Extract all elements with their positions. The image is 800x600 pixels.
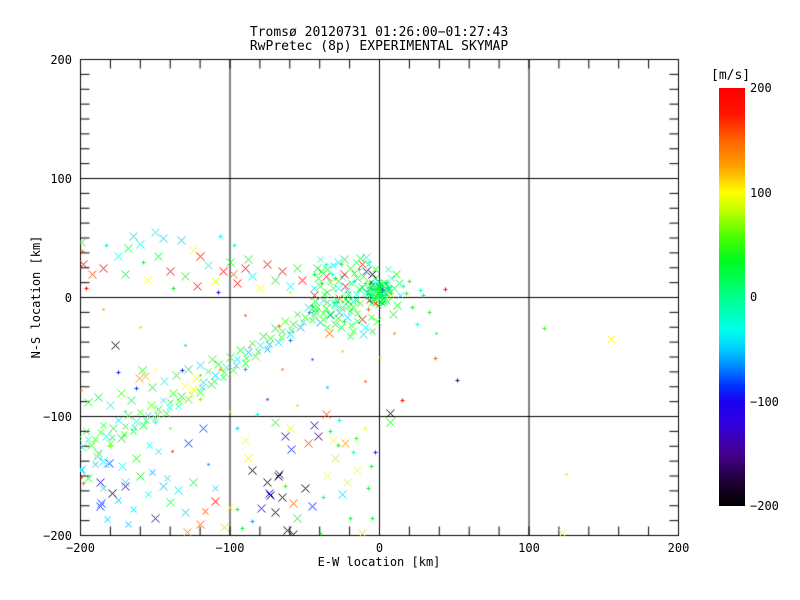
x-axis-title: E-W location [km]: [80, 555, 678, 569]
colorbar-tick-label: 0: [750, 290, 757, 304]
skymap-figure: Tromsø 20120731 01:26:00−01:27:43 RwPret…: [0, 0, 800, 600]
colorbar-tick-label: 200: [750, 81, 772, 95]
colorbar-tick-label: 100: [750, 186, 772, 200]
y-axis-tick-label: 100: [26, 172, 72, 186]
x-axis-tick-label: 100: [499, 541, 559, 555]
skymap-plot-canvas: [0, 0, 800, 600]
plot-title-line1: Tromsø 20120731 01:26:00−01:27:43: [80, 26, 678, 40]
x-axis-tick-label: 200: [649, 541, 709, 555]
colorbar-tick-label: −100: [750, 395, 779, 409]
plot-title-line2: RwPretec (8p) EXPERIMENTAL SKYMAP: [80, 40, 678, 54]
x-axis-tick-label: 0: [350, 541, 410, 555]
x-axis-tick-label: −200: [51, 541, 111, 555]
colorbar-gradient: [719, 88, 745, 506]
colorbar-tick-label: −200: [750, 499, 779, 513]
y-axis-tick-label: −100: [26, 410, 72, 424]
y-axis-tick-label: 0: [26, 291, 72, 305]
x-axis-tick-label: −100: [200, 541, 260, 555]
colorbar-unit-label: [m/s]: [711, 68, 750, 83]
y-axis-tick-label: −200: [26, 529, 72, 543]
y-axis-tick-label: 200: [26, 53, 72, 67]
